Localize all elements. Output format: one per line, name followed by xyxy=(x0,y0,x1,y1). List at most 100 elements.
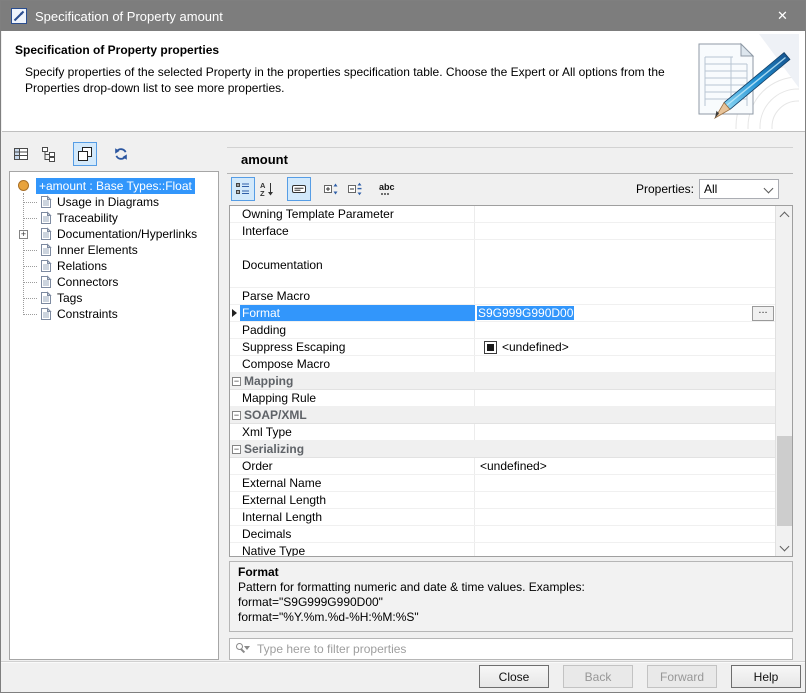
tree-item-constraints[interactable]: Constraints xyxy=(10,306,218,322)
table-row[interactable]: External Name xyxy=(230,475,776,492)
property-value[interactable] xyxy=(475,526,776,542)
close-button[interactable]: Close xyxy=(479,665,549,688)
description-line: format="%Y.%m.%d-%H:%M:%S" xyxy=(238,610,419,624)
property-value[interactable] xyxy=(475,543,776,556)
scroll-down-icon[interactable] xyxy=(776,539,792,556)
specification-dialog: Specification of Property amount ✕ Speci… xyxy=(0,0,806,693)
expand-nodes-icon[interactable] xyxy=(319,177,343,201)
table-row[interactable]: Documentation xyxy=(230,240,776,288)
format-value-editor[interactable]: S9G999G990D00 ... xyxy=(475,305,776,321)
footer-divider xyxy=(1,661,805,663)
alphabetical-sort-icon[interactable]: A Z xyxy=(255,177,279,201)
row-gutter xyxy=(230,543,240,556)
table-row[interactable]: Native Type xyxy=(230,543,776,556)
properties-mode-control: Properties: All xyxy=(636,179,779,199)
tree-connector xyxy=(24,282,37,283)
property-value[interactable] xyxy=(475,322,776,338)
collapse-icon[interactable]: − xyxy=(232,410,241,420)
table-row[interactable]: Compose Macro xyxy=(230,356,776,373)
tree-item-traceability[interactable]: Traceability xyxy=(10,210,218,226)
table-row[interactable]: Parse Macro xyxy=(230,288,776,305)
checkbox-indeterminate-icon[interactable] xyxy=(484,340,497,354)
property-value[interactable] xyxy=(475,356,776,372)
tree-item-documentation-hyperlinks[interactable]: + Documentation/Hyperlinks xyxy=(10,226,218,242)
document-pencil-illustration xyxy=(669,34,799,129)
close-icon[interactable]: ✕ xyxy=(760,1,805,31)
title-bar[interactable]: Specification of Property amount ✕ xyxy=(1,1,805,31)
property-value[interactable]: <undefined> xyxy=(475,339,776,355)
tree-item-connectors[interactable]: Connectors xyxy=(10,274,218,290)
property-name: Decimals xyxy=(240,526,475,542)
property-value-editor[interactable]: S9G999G990D00 ... xyxy=(475,305,776,321)
table-row[interactable]: Mapping Rule xyxy=(230,390,776,407)
property-value[interactable] xyxy=(475,492,776,508)
filter-input[interactable] xyxy=(255,641,792,657)
filter-bar[interactable] xyxy=(229,638,793,660)
table-row[interactable]: Xml Type xyxy=(230,424,776,441)
property-name: Compose Macro xyxy=(240,356,475,372)
property-value[interactable] xyxy=(475,475,776,491)
property-value[interactable]: <undefined> xyxy=(475,458,776,474)
table-row[interactable]: Order <undefined> xyxy=(230,458,776,475)
group-row-soap-xml[interactable]: − SOAP/XML xyxy=(230,407,776,424)
tree-item-relations[interactable]: Relations xyxy=(10,258,218,274)
scroll-up-icon[interactable] xyxy=(776,206,792,223)
tree-item-label: Tags xyxy=(57,291,83,305)
table-scrollbar[interactable] xyxy=(775,206,792,556)
specification-tree-panel[interactable]: +amount : Base Types::Float Usage in Dia… xyxy=(9,171,219,660)
help-button[interactable]: Help xyxy=(731,665,801,688)
refresh-icon[interactable] xyxy=(109,142,133,166)
property-description-panel: Format Pattern for formatting numeric an… xyxy=(229,561,793,632)
tree-item-tags[interactable]: Tags xyxy=(10,290,218,306)
property-value[interactable] xyxy=(475,239,776,288)
expand-icon[interactable]: + xyxy=(19,230,28,239)
group-row-mapping[interactable]: − Mapping xyxy=(230,373,776,390)
property-name: Order xyxy=(240,458,475,474)
tree-root-item[interactable]: +amount : Base Types::Float xyxy=(10,177,218,194)
tree-item-usage-in-diagrams[interactable]: Usage in Diagrams xyxy=(10,194,218,210)
property-value[interactable] xyxy=(475,390,776,406)
properties-view-icon[interactable] xyxy=(9,142,33,166)
categorized-view-icon[interactable] xyxy=(231,177,255,201)
tree-item-inner-elements[interactable]: Inner Elements xyxy=(10,242,218,258)
row-gutter xyxy=(230,322,240,338)
property-value[interactable] xyxy=(475,223,776,239)
tree-connector xyxy=(24,202,37,203)
properties-dropdown[interactable]: All xyxy=(699,179,779,199)
table-row-selected-format[interactable]: Format S9G999G990D00 ... xyxy=(230,305,776,322)
properties-toolbar: A Z abc xyxy=(231,177,399,201)
row-gutter xyxy=(230,305,240,321)
tree-item-label: Connectors xyxy=(57,275,119,289)
table-row[interactable]: Padding xyxy=(230,322,776,339)
table-row[interactable]: Internal Length xyxy=(230,509,776,526)
property-value[interactable] xyxy=(475,288,776,304)
tree-item-label: Documentation/Hyperlinks xyxy=(57,227,198,241)
header-title: Specification of Property properties xyxy=(15,43,220,57)
property-name: External Length xyxy=(240,492,475,508)
property-value[interactable] xyxy=(475,206,776,222)
description-line: Pattern for formatting numeric and date … xyxy=(238,580,585,594)
property-value[interactable] xyxy=(475,424,776,440)
property-name: Xml Type xyxy=(240,424,475,440)
table-row[interactable]: External Length xyxy=(230,492,776,509)
collapse-nodes-icon[interactable] xyxy=(343,177,367,201)
table-row[interactable]: Owning Template Parameter xyxy=(230,206,776,223)
table-row[interactable]: Decimals xyxy=(230,526,776,543)
stack-view-icon[interactable] xyxy=(73,142,97,166)
table-row[interactable]: Suppress Escaping <undefined> xyxy=(230,339,776,356)
chevron-down-icon xyxy=(763,183,774,194)
containment-tree-icon[interactable] xyxy=(37,142,61,166)
group-row-serializing[interactable]: − Serializing xyxy=(230,441,776,458)
show-description-icon[interactable] xyxy=(287,177,311,201)
selected-row-marker-icon xyxy=(232,309,237,317)
properties-dropdown-value: All xyxy=(704,182,718,196)
scrollbar-thumb[interactable] xyxy=(777,436,792,526)
show-abbreviations-icon[interactable]: abc xyxy=(375,177,399,201)
collapse-icon[interactable]: − xyxy=(232,444,241,454)
collapse-icon[interactable]: − xyxy=(232,376,241,386)
property-value[interactable] xyxy=(475,509,776,525)
ellipsis-button[interactable]: ... xyxy=(752,305,774,321)
table-row[interactable]: Interface xyxy=(230,223,776,240)
search-icon[interactable] xyxy=(235,642,251,656)
property-name: Owning Template Parameter xyxy=(240,206,475,222)
